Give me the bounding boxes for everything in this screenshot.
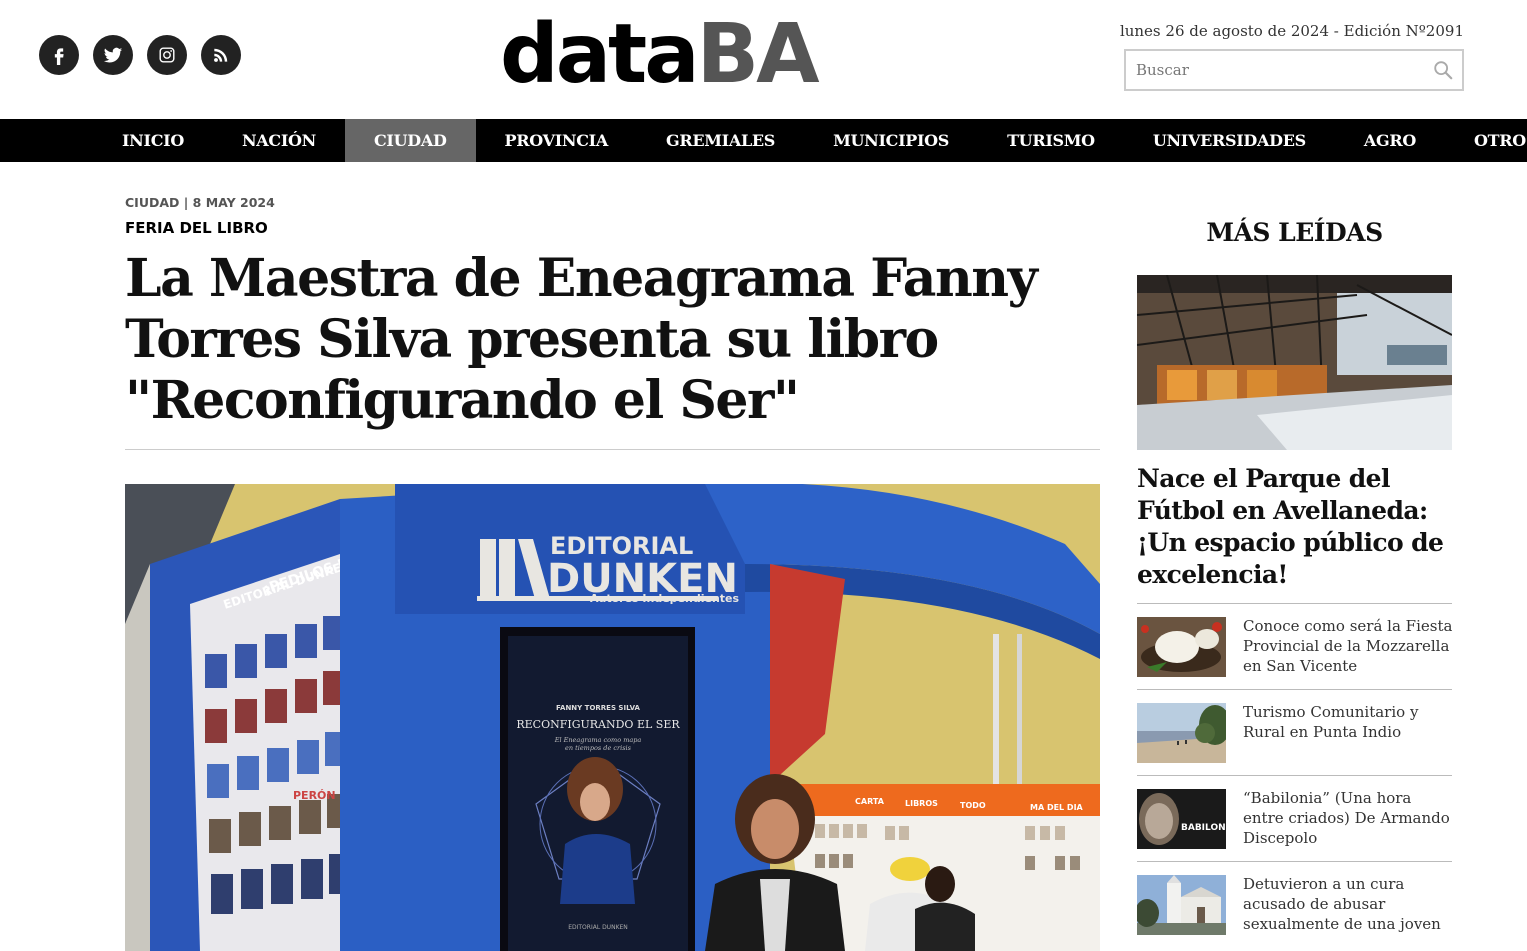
article-headline: La Maestra de Eneagrama Fanny Torres Sil… xyxy=(125,248,1038,431)
photo-book-label: PERÓN xyxy=(293,789,336,802)
babilonia-thumbnail-illustration: BABILONI xyxy=(1137,789,1226,849)
photo-shelf-label-2: LIBROS xyxy=(905,799,938,808)
article-photo-illustration: EDITORIAL DUNKEN ¡PEDILOS EN EL STAND! P… xyxy=(125,484,1100,951)
edition-date: lunes 26 de agosto de 2024 - Edición Nº2… xyxy=(1119,22,1464,40)
photo-poster-publisher: EDITORIAL DUNKEN xyxy=(568,924,628,931)
logo-part-data: data xyxy=(500,7,700,102)
photo-shelf-label-3: TODO xyxy=(960,801,986,810)
article-photo: EDITORIAL DUNKEN ¡PEDILOS EN EL STAND! P… xyxy=(125,484,1100,951)
nav-item-gremiales[interactable]: GREMIALES xyxy=(637,119,804,162)
search-icon[interactable] xyxy=(1432,59,1454,81)
nav-item-ciudad[interactable]: CIUDAD xyxy=(344,119,476,162)
list-item[interactable]: Detuvieron a un cura acusado de abusar s… xyxy=(1137,861,1452,947)
babilonia-thumbnail: BABILONI xyxy=(1137,789,1226,849)
church-thumbnail xyxy=(1137,875,1226,935)
photo-poster-title: RECONFIGURANDO EL SER xyxy=(516,718,680,731)
list-item-title: Conoce como será la Fiesta Provincial de… xyxy=(1243,617,1453,675)
nav-item-agro[interactable]: AGRO xyxy=(1335,119,1445,162)
photo-sign-line3: Autores Independientes xyxy=(590,592,740,605)
most-read-list: Conoce como será la Fiesta Provincial de… xyxy=(1137,603,1452,947)
facebook-button[interactable] xyxy=(39,35,79,75)
list-item[interactable]: BABILONI “Babilonia” (Una hora entre cri… xyxy=(1137,775,1452,861)
nav-item-municipios[interactable]: MUNICIPIOS xyxy=(804,119,978,162)
punta-indio-thumbnail-illustration xyxy=(1137,703,1226,763)
site-logo[interactable]: dataBA xyxy=(500,7,820,102)
facebook-icon xyxy=(54,48,64,65)
church-thumbnail-illustration xyxy=(1137,875,1226,935)
feature-image-illustration xyxy=(1137,275,1452,450)
nav-item-provincia[interactable]: PROVINCIA xyxy=(476,119,637,162)
nav-item-inicio[interactable]: INICIO xyxy=(93,119,213,162)
photo-shelf-label-1: CARTA xyxy=(855,797,885,806)
article-kicker: FERIA DEL LIBRO xyxy=(125,219,268,237)
list-item-title: Turismo Comunitario y Rural en Punta Ind… xyxy=(1243,703,1419,741)
photo-poster-sub1: El Eneagrama como mapa xyxy=(554,736,642,744)
search-input[interactable] xyxy=(1126,51,1416,89)
logo-part-ba: BA xyxy=(696,7,820,102)
nav-item-otros[interactable]: OTROS xyxy=(1445,119,1527,162)
list-item[interactable]: Conoce como será la Fiesta Provincial de… xyxy=(1137,603,1452,689)
feature-headline[interactable]: Nace el Parque del Fútbol en Avellaneda:… xyxy=(1137,463,1457,591)
photo-poster-author: FANNY TORRES SILVA xyxy=(556,704,640,712)
punta-indio-thumbnail xyxy=(1137,703,1226,763)
mozzarella-thumbnail-illustration xyxy=(1137,617,1226,677)
list-item-title: “Babilonia” (Una hora entre criados) De … xyxy=(1243,789,1450,847)
social-links xyxy=(39,35,241,75)
list-item-title: Detuvieron a un cura acusado de abusar s… xyxy=(1243,875,1441,933)
mozzarella-thumbnail xyxy=(1137,617,1226,677)
rss-icon xyxy=(214,48,228,62)
babilonia-thumbnail-text: BABILONI xyxy=(1181,823,1226,833)
article-meta: CIUDAD | 8 MAY 2024 xyxy=(125,195,275,210)
headline-divider xyxy=(125,449,1100,450)
nav-item-nacion[interactable]: NACIÓN xyxy=(213,119,345,162)
instagram-icon xyxy=(159,47,175,63)
site-header: dataBA lunes 26 de agosto de 2024 - Edic… xyxy=(0,0,1527,119)
nav-item-universidades[interactable]: UNIVERSIDADES xyxy=(1124,119,1335,162)
photo-poster-sub2: en tiempos de crisis xyxy=(565,744,632,752)
twitter-button[interactable] xyxy=(93,35,133,75)
twitter-icon xyxy=(103,47,123,63)
search-box xyxy=(1124,49,1464,91)
most-read-title: MÁS LEÍDAS xyxy=(1206,218,1383,247)
rss-button[interactable] xyxy=(201,35,241,75)
list-item[interactable]: Turismo Comunitario y Rural en Punta Ind… xyxy=(1137,689,1452,775)
nav-item-turismo[interactable]: TURISMO xyxy=(978,119,1124,162)
feature-image[interactable] xyxy=(1137,275,1452,450)
main-nav: INICIO NACIÓN CIUDAD PROVINCIA GREMIALES… xyxy=(0,119,1527,162)
photo-shelf-label-4: MA DEL DIA xyxy=(1030,803,1084,812)
instagram-button[interactable] xyxy=(147,35,187,75)
